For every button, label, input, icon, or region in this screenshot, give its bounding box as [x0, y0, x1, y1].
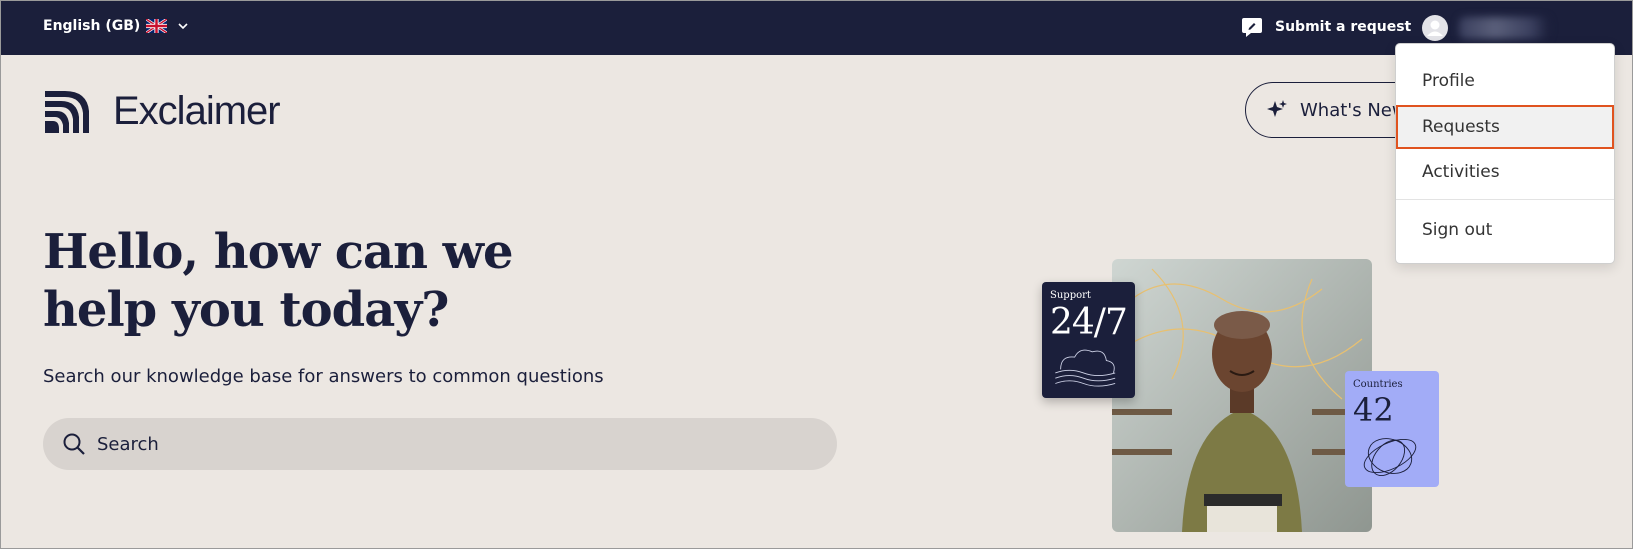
search-input[interactable] — [97, 433, 797, 455]
avatar[interactable] — [1422, 15, 1448, 41]
page-title-line-2: help you today? — [43, 282, 449, 338]
menu-item-profile[interactable]: Profile — [1396, 59, 1614, 103]
page-title-line-1: Hello, how can we — [43, 224, 514, 280]
page-title: Hello, how can we help you today? — [43, 223, 563, 339]
language-label: English (GB) — [43, 18, 141, 34]
countries-card-label: Countries — [1353, 379, 1403, 390]
search-bar[interactable] — [43, 418, 837, 470]
person-photo-illustration — [1112, 259, 1372, 532]
support-card: Support 24/7 — [1042, 282, 1135, 398]
submit-request-label: Submit a request — [1275, 19, 1412, 35]
submit-request-link[interactable]: Submit a request — [1241, 16, 1411, 38]
brand-name: Exclaimer — [113, 88, 281, 133]
countries-card-value: 42 — [1353, 391, 1394, 429]
uk-flag-icon — [146, 19, 168, 33]
menu-item-requests[interactable]: Requests — [1396, 105, 1614, 149]
language-selector[interactable]: English (GB) — [43, 18, 189, 34]
menu-item-activities[interactable]: Activities — [1396, 150, 1614, 194]
exclaimer-logo-icon — [45, 91, 89, 133]
support-card-value: 24/7 — [1050, 302, 1128, 343]
brand-logo[interactable]: Exclaimer — [43, 87, 281, 135]
username-redacted[interactable] — [1459, 17, 1549, 39]
whats-new-label: What's New — [1300, 99, 1407, 121]
chevron-down-icon — [178, 23, 188, 30]
user-dropdown-menu: Profile Requests Activities Sign out — [1395, 43, 1615, 264]
support-card-label: Support — [1050, 290, 1091, 301]
menu-divider — [1396, 199, 1614, 200]
search-icon — [63, 433, 85, 455]
hero-photo — [1112, 259, 1372, 532]
top-bar: English (GB) Submit a request — [1, 1, 1632, 55]
user-icon — [1427, 20, 1443, 36]
page-subtitle: Search our knowledge base for answers to… — [43, 366, 604, 387]
sparkle-icon — [1267, 100, 1287, 117]
countries-card: Countries 42 — [1345, 371, 1439, 487]
menu-item-sign-out[interactable]: Sign out — [1396, 208, 1614, 252]
cloud-icon — [1055, 349, 1116, 387]
globe-scribble-icon — [1363, 438, 1417, 476]
submit-request-icon — [1242, 18, 1262, 37]
